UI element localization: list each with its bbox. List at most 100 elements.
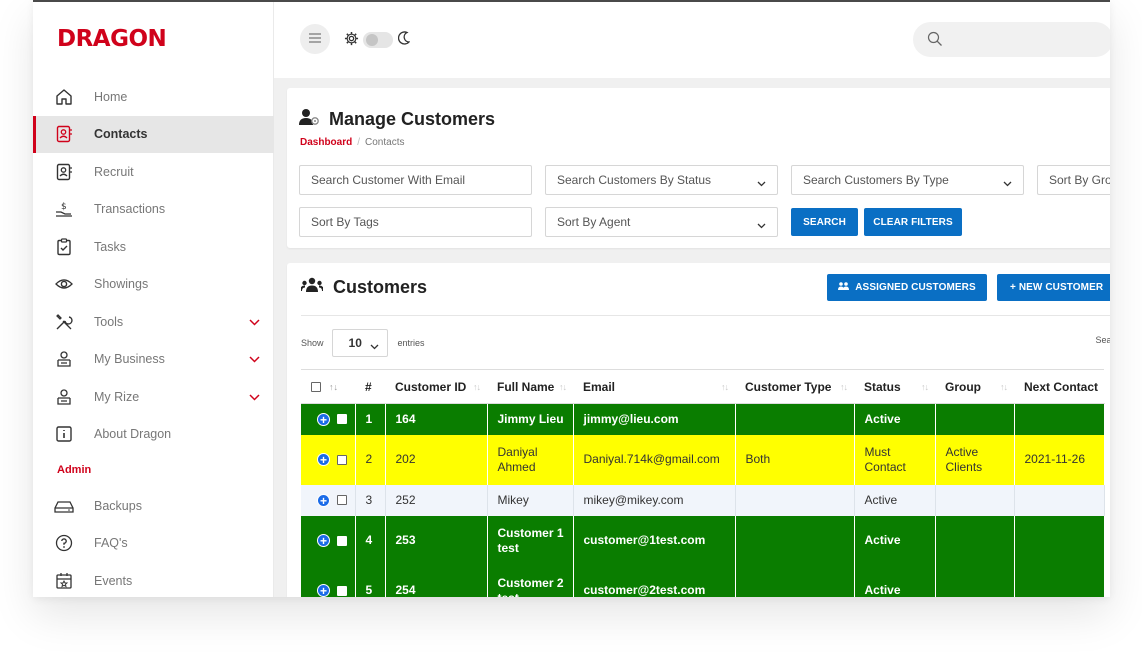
sidebar-item-label: Transactions: [94, 202, 166, 217]
gear-icon[interactable]: [344, 31, 359, 51]
new-customer-button[interactable]: + NEW CUSTOMER: [997, 274, 1110, 301]
table-row[interactable]: + 1 164 Jimmy Lieu jimmy@lieu.com Active: [301, 403, 1105, 435]
table-row[interactable]: + 3 252 Mikey mikey@mikey.com Active: [301, 484, 1105, 516]
cell-customer-id: 252: [385, 484, 488, 516]
calendar-star-icon: [54, 571, 74, 591]
row-checkbox[interactable]: [337, 585, 347, 596]
sort-icon: ↑↓: [473, 382, 481, 392]
sidebar-item-label: Home: [94, 89, 128, 104]
table-row[interactable]: + 5 254 Customer 2 test customer@2test.c…: [301, 565, 1105, 597]
sidebar-item-transactions[interactable]: $ Transactions: [33, 191, 274, 229]
cell-group: [935, 515, 1015, 566]
sort-icon: ↑↓: [721, 382, 729, 392]
sidebar-item-home[interactable]: Home: [33, 78, 274, 116]
users-icon: [300, 277, 324, 298]
status-select[interactable]: Search Customers By Status: [545, 165, 778, 195]
row-checkbox[interactable]: [337, 495, 347, 505]
sidebar-item-tasks[interactable]: Tasks: [33, 228, 274, 266]
sort-icon: ↑↓: [921, 382, 929, 392]
expand-row-icon[interactable]: +: [317, 412, 330, 426]
cell-status: Active: [854, 515, 936, 566]
header-customer-id[interactable]: Customer ID ↑↓: [385, 369, 487, 404]
sidebar-item-backups[interactable]: Backups: [33, 487, 274, 525]
chevron-down-icon: [249, 350, 260, 368]
main-content: Manage Customers Dashboard / Contacts Sear…: [274, 78, 1110, 597]
cell-status: Active: [854, 403, 936, 435]
cell-full-name: Daniyal Ahmed: [487, 434, 574, 485]
chevron-down-icon: [757, 176, 766, 190]
sidebar: DRAGON Home Contacts Recruit $ Transacti…: [33, 2, 274, 597]
sidebar-item-contacts[interactable]: Contacts: [33, 115, 274, 153]
table-row[interactable]: + 2 202 Daniyal Ahmed Daniyal.714k@gmail…: [301, 434, 1105, 485]
transactions-icon: $: [54, 199, 74, 219]
header-number[interactable]: #: [355, 369, 385, 404]
header-select-all[interactable]: ↑↓: [301, 369, 355, 404]
sidebar-item-label: FAQ's: [94, 536, 128, 551]
page-title: Manage Customers: [299, 108, 495, 131]
search-button[interactable]: SEARCH: [791, 208, 858, 236]
sidebar-item-label: Tasks: [94, 239, 126, 254]
row-checkbox[interactable]: [337, 535, 347, 546]
users-cog-icon: [838, 281, 850, 294]
sidebar-item-about[interactable]: About Dragon: [33, 416, 274, 454]
rize-icon: [54, 387, 74, 407]
header-email[interactable]: Email ↑↓: [573, 369, 735, 404]
row-checkbox[interactable]: [337, 454, 347, 465]
sidebar-item-my-rize[interactable]: My Rize: [33, 378, 274, 416]
header-full-name[interactable]: Full Name ↑↓: [487, 369, 573, 404]
cell-group: [935, 403, 1015, 435]
header-next-contact[interactable]: Next Contact: [1014, 369, 1104, 404]
sidebar-item-tools[interactable]: Tools: [33, 303, 274, 341]
select-all-checkbox[interactable]: [311, 381, 321, 392]
logo[interactable]: DRAGON: [57, 26, 167, 52]
expand-row-icon[interactable]: +: [317, 534, 330, 548]
table-header-row: ↑↓ # Customer ID ↑↓ Full Name ↑↓ Email ↑↓ C…: [301, 369, 1104, 404]
sidebar-item-my-business[interactable]: My Business: [33, 341, 274, 379]
agent-select-value: Sort By Agent: [557, 215, 631, 229]
cell-next-contact: [1014, 565, 1105, 597]
entries-label: entries: [397, 338, 425, 348]
theme-toggle[interactable]: [363, 32, 393, 48]
row-checkbox[interactable]: [337, 414, 347, 425]
agent-select[interactable]: Sort By Agent: [545, 207, 778, 237]
breadcrumb-dashboard-link[interactable]: Dashboard: [300, 137, 352, 148]
header-status[interactable]: Status ↑↓: [854, 369, 935, 404]
tags-input[interactable]: Sort By Tags: [299, 207, 532, 237]
chevron-down-icon: [370, 339, 379, 353]
assigned-customers-button[interactable]: ASSIGNED CUSTOMERS: [827, 274, 987, 301]
header-customer-type[interactable]: Customer Type ↑↓: [735, 369, 854, 404]
sidebar-item-recruit[interactable]: Recruit: [33, 153, 274, 191]
cell-group: Active Clients: [935, 434, 1015, 485]
expand-row-icon[interactable]: +: [317, 493, 330, 507]
question-icon: [54, 533, 74, 553]
sidebar-item-label: My Business: [94, 352, 165, 367]
cell-full-name: Customer 1 test: [487, 515, 574, 566]
sort-icon: ↑↓: [559, 382, 567, 392]
email-search-input[interactable]: Search Customer With Email: [299, 165, 532, 195]
global-search-input[interactable]: [913, 22, 1110, 57]
table-row[interactable]: + 4 253 Customer 1 test customer@1test.c…: [301, 515, 1105, 566]
header-group[interactable]: Group ↑↓: [935, 369, 1014, 404]
sidebar-item-label: Tools: [94, 314, 124, 329]
cell-customer-id: 164: [385, 403, 488, 435]
expand-row-icon[interactable]: +: [317, 453, 330, 467]
info-icon: [54, 424, 74, 444]
entries-select[interactable]: 10: [331, 329, 388, 357]
group-select[interactable]: Sort By Gro: [1037, 165, 1110, 195]
type-select[interactable]: Search Customers By Type: [791, 165, 1024, 195]
moon-icon: [397, 31, 411, 50]
clear-filters-button[interactable]: CLEAR FILTERS: [864, 208, 962, 236]
sidebar-menu: Home Contacts Recruit $ Transactions Tas…: [33, 78, 274, 597]
expand-row-icon[interactable]: +: [317, 584, 330, 597]
cell-full-name: Mikey: [487, 484, 574, 516]
menu-toggle-button[interactable]: [300, 24, 330, 54]
sidebar-item-label: My Rize: [94, 389, 140, 404]
sidebar-item-showings[interactable]: Showings: [33, 266, 274, 304]
sidebar-item-events[interactable]: Events: [33, 562, 274, 597]
cell-email: mikey@mikey.com: [573, 484, 736, 516]
cell-customer-type: [735, 565, 855, 597]
chevron-down-icon: [249, 388, 260, 406]
cell-group: [935, 484, 1015, 516]
sidebar-item-faqs[interactable]: FAQ's: [33, 525, 274, 563]
recruit-icon: [54, 162, 74, 182]
